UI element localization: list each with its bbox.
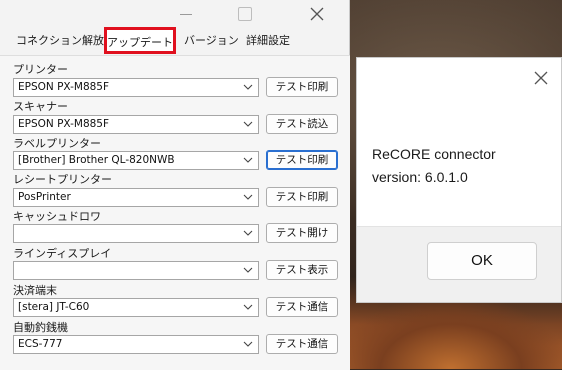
chevron-down-icon	[243, 304, 253, 310]
label-printer-select-value: [Brother] Brother QL-820NWB	[18, 154, 175, 166]
printer-label: プリンター	[13, 63, 68, 76]
tab-connection-release[interactable]: コネクション解放	[12, 30, 108, 52]
receipt-printer-label: レシートプリンター	[13, 173, 112, 186]
printer-test-button[interactable]: テスト印刷	[266, 77, 338, 97]
cash-drawer-label: キャッシュドロワ	[13, 210, 101, 223]
tab-advanced-settings[interactable]: 詳細設定	[242, 30, 294, 52]
cash-drawer-select[interactable]	[13, 224, 259, 243]
change-machine-test-button[interactable]: テスト通信	[266, 334, 338, 354]
printer-select-value: EPSON PX-M885F	[18, 81, 110, 93]
minimize-button[interactable]	[163, 0, 209, 28]
app-name: ReCORE connector	[372, 146, 496, 162]
printer-select[interactable]: EPSON PX-M885F	[13, 78, 259, 97]
receipt-printer-test-button[interactable]: テスト印刷	[266, 187, 338, 207]
receipt-printer-select-value: PosPrinter	[18, 191, 71, 203]
payment-terminal-select-value: [stera] JT-C60	[18, 301, 90, 313]
line-display-select[interactable]	[13, 261, 259, 280]
version-text: version: 6.0.1.0	[372, 169, 468, 185]
chevron-down-icon	[243, 121, 253, 127]
about-dialog: ReCORE connector version: 6.0.1.0 OK	[356, 57, 562, 303]
tab-bar: コネクション解放 アップデート バージョン 詳細設定	[0, 27, 350, 54]
chevron-down-icon	[243, 341, 253, 347]
receipt-printer-select[interactable]: PosPrinter	[13, 188, 259, 207]
connector-settings-window: コネクション解放 アップデート バージョン 詳細設定 プリンター EPSON P…	[0, 0, 350, 370]
label-printer-test-button[interactable]: テスト印刷	[266, 150, 338, 170]
label-printer-label: ラベルプリンター	[13, 137, 101, 150]
maximize-icon	[238, 7, 252, 21]
chevron-down-icon	[243, 230, 253, 236]
scanner-label: スキャナー	[13, 100, 68, 113]
line-display-test-button[interactable]: テスト表示	[266, 260, 338, 280]
chevron-down-icon	[243, 157, 253, 163]
close-button[interactable]	[294, 0, 340, 28]
label-printer-select[interactable]: [Brother] Brother QL-820NWB	[13, 151, 259, 170]
scanner-select-value: EPSON PX-M885F	[18, 118, 110, 130]
close-icon	[310, 7, 324, 21]
chevron-down-icon	[243, 84, 253, 90]
change-machine-label: 自動釣銭機	[13, 321, 68, 334]
maximize-button[interactable]	[222, 0, 268, 28]
chevron-down-icon	[243, 267, 253, 273]
line-display-label: ラインディスプレイ	[13, 247, 112, 260]
scanner-select[interactable]: EPSON PX-M885F	[13, 115, 259, 134]
change-machine-select-value: ECS-777	[18, 338, 63, 350]
tab-update[interactable]: アップデート	[104, 27, 176, 54]
title-bar	[0, 0, 350, 28]
tab-version[interactable]: バージョン	[180, 30, 243, 52]
scanner-test-button[interactable]: テスト読込	[266, 114, 338, 134]
change-machine-select[interactable]: ECS-777	[13, 335, 259, 354]
device-settings-panel: プリンター EPSON PX-M885F テスト印刷 スキャナー EPSON P…	[0, 55, 350, 370]
dialog-footer: OK	[357, 226, 561, 302]
close-icon[interactable]	[533, 70, 549, 86]
ok-button[interactable]: OK	[427, 242, 537, 280]
payment-terminal-select[interactable]: [stera] JT-C60	[13, 298, 259, 317]
chevron-down-icon	[243, 194, 253, 200]
payment-terminal-label: 決済端末	[13, 284, 57, 297]
payment-terminal-test-button[interactable]: テスト通信	[266, 297, 338, 317]
cash-drawer-test-button[interactable]: テスト開け	[266, 223, 338, 243]
minimize-icon	[180, 13, 192, 15]
